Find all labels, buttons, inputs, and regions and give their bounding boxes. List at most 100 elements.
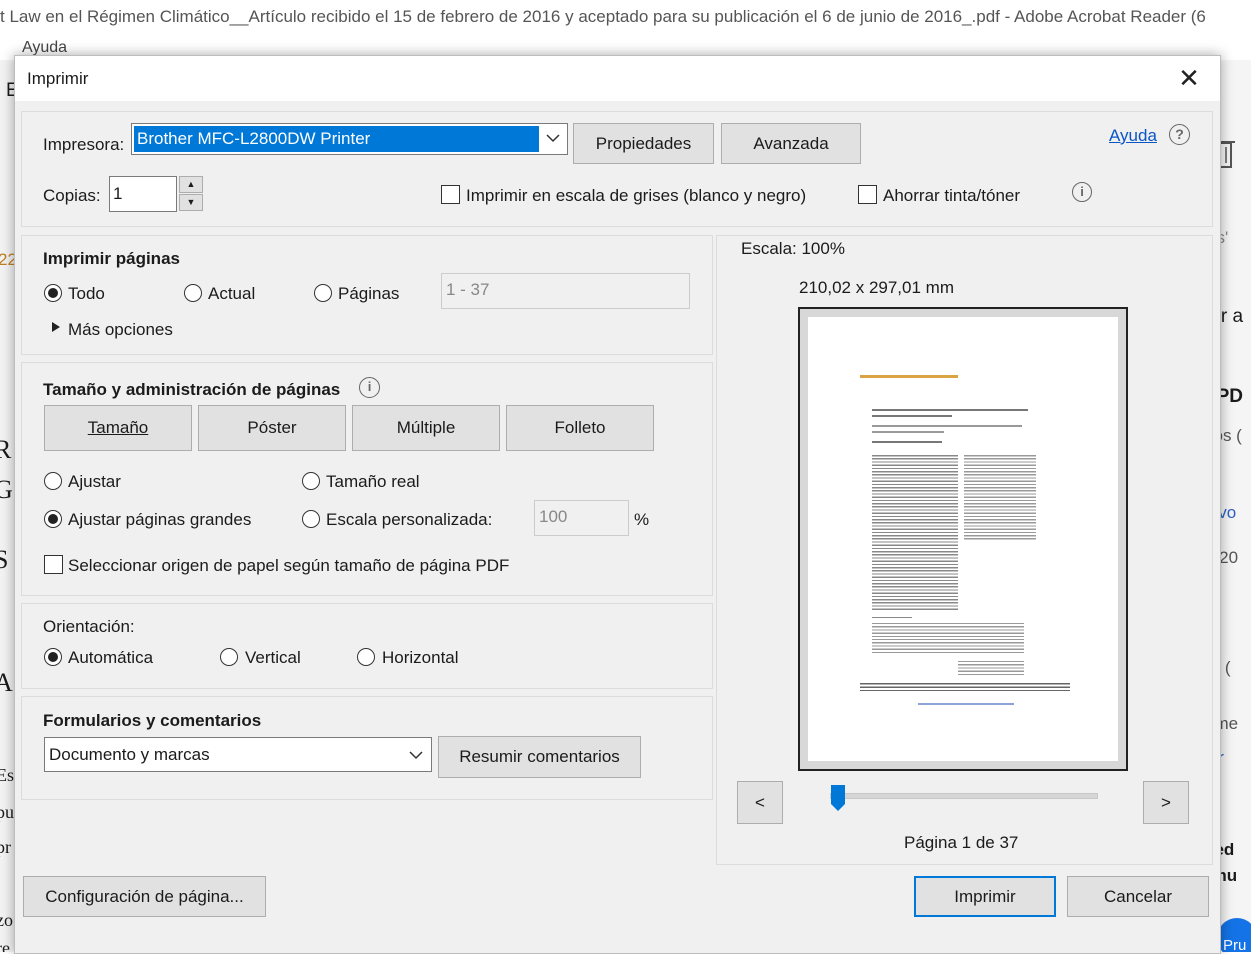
advanced-button[interactable]: Avanzada <box>721 123 861 164</box>
properties-button[interactable]: Propiedades <box>573 123 714 164</box>
bg-fragment: Pru <box>1223 937 1247 952</box>
cancel-button-label: Cancelar <box>1103 887 1173 906</box>
bg-fragment: 22 <box>0 250 15 269</box>
bg-blue-button: Pru <box>1219 918 1251 952</box>
custom-scale-input[interactable]: 100 <box>534 500 629 536</box>
chevron-down-icon <box>546 134 560 143</box>
thumb-footnotes <box>872 623 1024 655</box>
tab-multiple[interactable]: Múltiple <box>352 405 500 451</box>
tab-booklet[interactable]: Folleto <box>506 405 654 451</box>
radio-pages-label: Páginas <box>338 284 400 303</box>
printer-select[interactable]: Brother MFC-L2800DW Printer <box>131 123 568 155</box>
bg-fragment: ume <box>1219 714 1239 733</box>
tab-poster[interactable]: Póster <box>198 405 346 451</box>
next-page-label: > <box>1161 793 1171 812</box>
help-question-icon[interactable]: ? <box>1169 124 1190 145</box>
prev-page-button[interactable]: < <box>737 781 783 824</box>
trash-icon <box>1219 141 1235 168</box>
bg-fragment: Es <box>0 765 14 785</box>
info-icon[interactable]: i <box>359 377 380 398</box>
print-dialog: Imprimir ✕ Impresora: Brother MFC-L2800D… <box>14 55 1221 954</box>
dialog-title-bar: Imprimir ✕ <box>15 56 1220 101</box>
summarize-comments-button[interactable]: Resumir comentarios <box>438 736 641 778</box>
bg-fragment: pu <box>0 802 14 822</box>
tab-booklet-label: Folleto <box>554 418 606 437</box>
dialog-title: Imprimir <box>27 69 89 88</box>
forms-comments-title: Formularios y comentarios <box>43 711 262 730</box>
tab-size-label: Tamaño <box>87 418 149 437</box>
orientation-auto-label: Automática <box>68 648 154 667</box>
more-options-link[interactable]: Más opciones <box>68 320 173 340</box>
tab-size[interactable]: Tamaño <box>44 405 192 451</box>
bg-fragment: S <box>0 545 9 574</box>
bg-fragment: R <box>0 435 12 464</box>
copies-label: Copias: <box>43 186 101 205</box>
bg-fragment: t PD <box>1219 386 1243 407</box>
save-ink-checkbox[interactable] <box>858 185 877 204</box>
background-panel-right: es' tar a t PD vos ( hivo e 20 rd ( ume … <box>1219 60 1251 952</box>
bg-fragment: re <box>0 938 10 952</box>
print-button-label: Imprimir <box>954 887 1016 906</box>
grayscale-label: Imprimir en escala de grises (blanco y n… <box>466 186 807 205</box>
radio-all-pages[interactable] <box>44 284 62 302</box>
copies-down-icon[interactable]: ▼ <box>179 194 203 211</box>
radio-custom-scale-label: Escala personalizada: <box>326 510 493 529</box>
help-link[interactable]: Ayuda <box>1109 126 1157 146</box>
chevron-down-icon <box>409 751 423 760</box>
copies-input[interactable]: 1 <box>109 176 177 212</box>
radio-shrink-large[interactable] <box>44 510 62 528</box>
page-range-input[interactable]: 1 - 37 <box>441 273 690 309</box>
background-document-left: E 22 R G S A Es pu pr zo re <box>0 60 15 952</box>
radio-shrink-large-label: Ajustar páginas grandes <box>68 510 252 529</box>
preview-scale: Escala: 100% <box>741 239 845 258</box>
radio-custom-scale[interactable] <box>302 510 320 528</box>
thumb-column-left <box>872 455 958 611</box>
expand-triangle-icon[interactable] <box>51 322 61 332</box>
paper-source-checkbox[interactable] <box>44 555 63 574</box>
bg-fragment: e 20 <box>1219 548 1239 567</box>
properties-button-label: Propiedades <box>595 134 692 153</box>
thumb-citation <box>958 661 1024 675</box>
summarize-comments-label: Resumir comentarios <box>459 747 620 766</box>
grayscale-checkbox[interactable] <box>441 185 460 204</box>
radio-orientation-landscape[interactable] <box>357 648 375 666</box>
radio-actual-size-label: Tamaño real <box>326 472 420 491</box>
bg-fragment: rmu <box>1219 866 1238 885</box>
window-title-bar: t Law en el Régimen Climático__Artículo … <box>0 0 1251 36</box>
window-title: t Law en el Régimen Climático__Artículo … <box>0 7 1206 26</box>
print-button[interactable]: Imprimir <box>914 876 1056 917</box>
bg-fragment: A <box>0 668 13 697</box>
bg-fragment: G <box>0 475 13 504</box>
radio-actual-size[interactable] <box>302 472 320 490</box>
page-preview <box>798 307 1128 771</box>
radio-page-range[interactable] <box>314 284 332 302</box>
bg-fragment: tar a <box>1219 306 1244 327</box>
page-setup-button[interactable]: Configuración de página... <box>23 876 266 917</box>
radio-orientation-auto[interactable] <box>44 648 62 666</box>
next-page-button[interactable]: > <box>1143 781 1189 824</box>
page-setup-label: Configuración de página... <box>45 887 244 906</box>
bg-fragment: zo <box>0 910 13 930</box>
forms-comments-value: Documento y marcas <box>49 745 210 764</box>
cancel-button[interactable]: Cancelar <box>1067 876 1209 917</box>
page-sizing-title: Tamaño y administración de páginas <box>43 380 341 399</box>
radio-fit[interactable] <box>44 472 62 490</box>
thumb-footnote-rule <box>872 617 912 618</box>
radio-current-page[interactable] <box>184 284 202 302</box>
radio-all-label: Todo <box>68 284 105 303</box>
forms-comments-select[interactable]: Documento y marcas <box>44 737 432 772</box>
radio-orientation-portrait[interactable] <box>220 648 238 666</box>
save-ink-label: Ahorrar tinta/tóner <box>883 186 1021 205</box>
print-pages-title: Imprimir páginas <box>43 249 180 268</box>
page-slider-track[interactable] <box>830 793 1098 799</box>
tab-poster-label: Póster <box>247 418 297 437</box>
advanced-button-label: Avanzada <box>753 134 829 153</box>
orientation-title: Orientación: <box>43 617 135 636</box>
close-icon[interactable]: ✕ <box>1175 64 1203 92</box>
copies-up-icon[interactable]: ▲ <box>179 176 203 193</box>
thumb-license <box>860 683 1070 691</box>
info-icon[interactable]: i <box>1072 182 1092 202</box>
bg-fragment: hivo <box>1219 503 1237 522</box>
bg-fragment: , ed <box>1219 840 1235 859</box>
page-slider-thumb[interactable] <box>830 784 846 812</box>
